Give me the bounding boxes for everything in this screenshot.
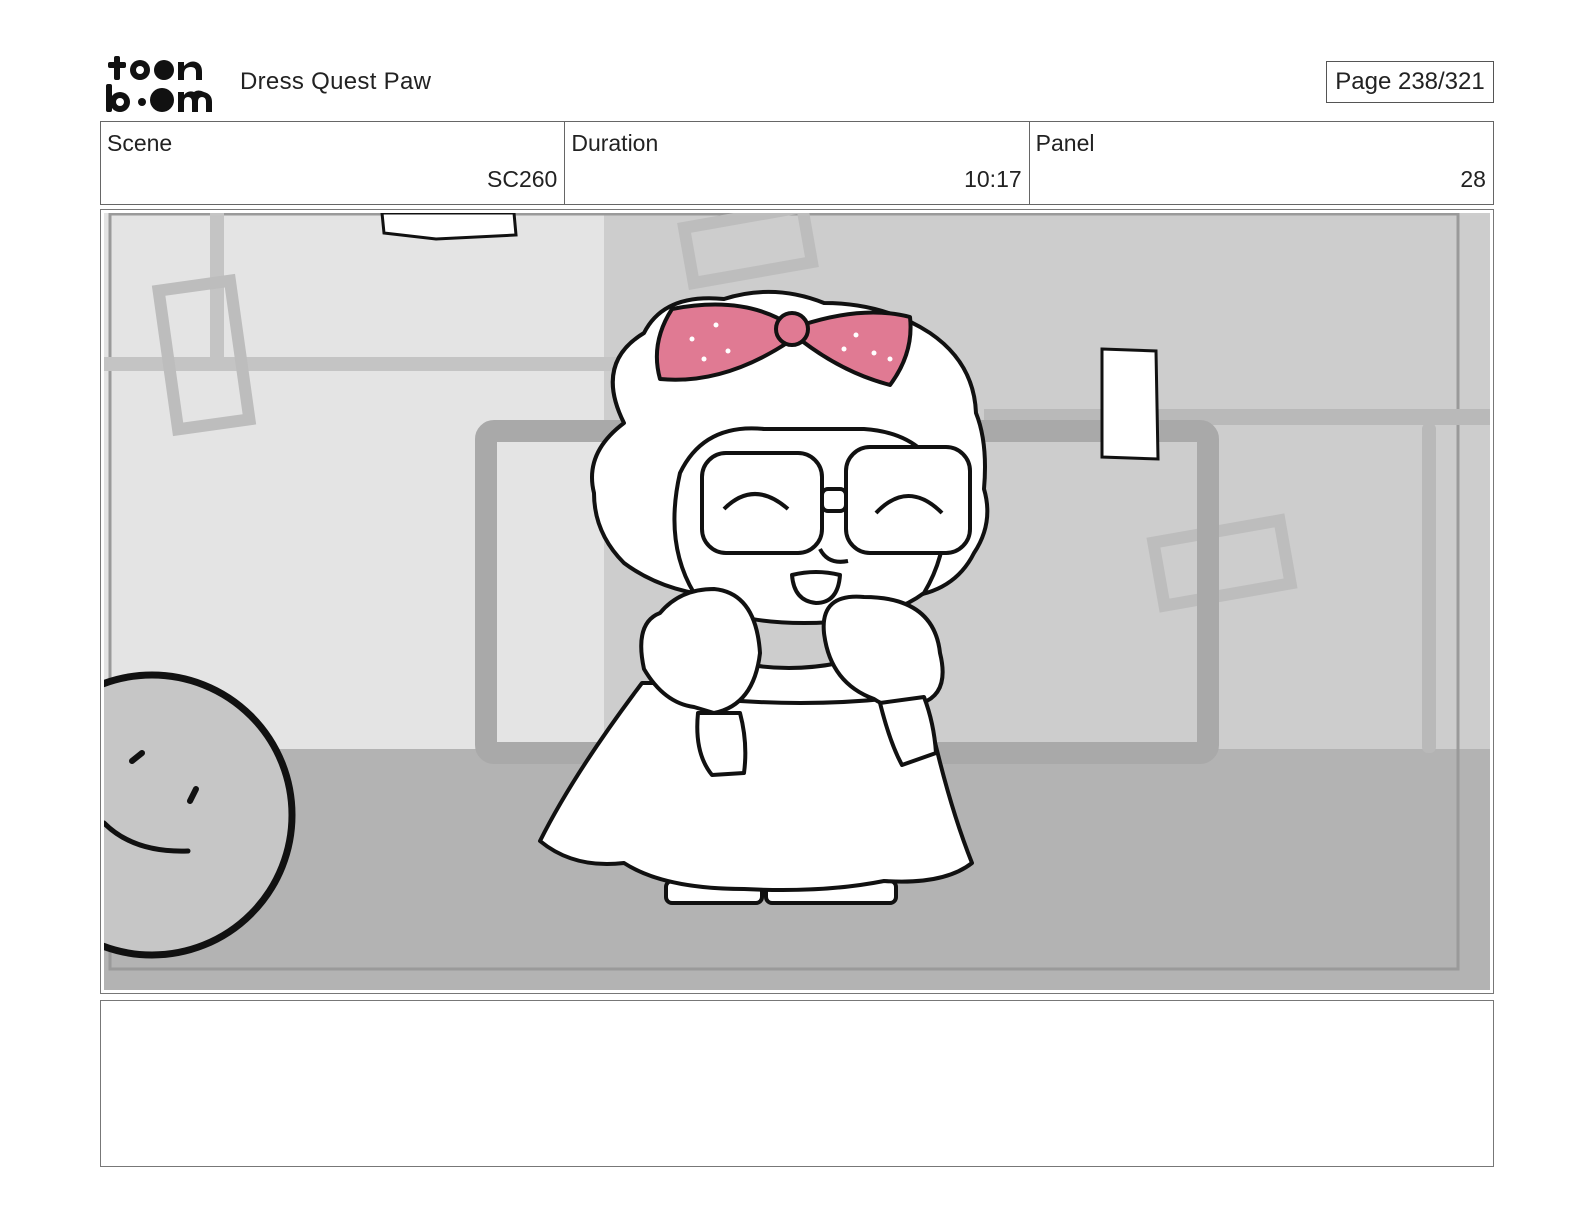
panel-notes-box bbox=[100, 1000, 1494, 1167]
duration-label: Duration bbox=[571, 130, 659, 156]
scene-value: SC260 bbox=[487, 166, 558, 192]
project-title: Dress Quest Paw bbox=[240, 68, 432, 95]
toon-boom-logo bbox=[104, 50, 216, 114]
panel-value: 28 bbox=[1460, 166, 1486, 192]
page-indicator: Page 238/321 bbox=[1326, 61, 1494, 103]
scene-cell: Scene SC260 bbox=[101, 122, 566, 204]
panel-cell: Panel 28 bbox=[1030, 122, 1493, 204]
panel-metadata-table: Scene SC260 Duration 10:17 Panel 28 bbox=[100, 121, 1494, 205]
panel-label: Panel bbox=[1035, 130, 1095, 156]
storyboard-panel-drawing bbox=[104, 213, 1490, 990]
scene-label: Scene bbox=[107, 130, 173, 156]
duration-cell: Duration 10:17 bbox=[565, 122, 1030, 204]
duration-value: 10:17 bbox=[964, 166, 1022, 192]
